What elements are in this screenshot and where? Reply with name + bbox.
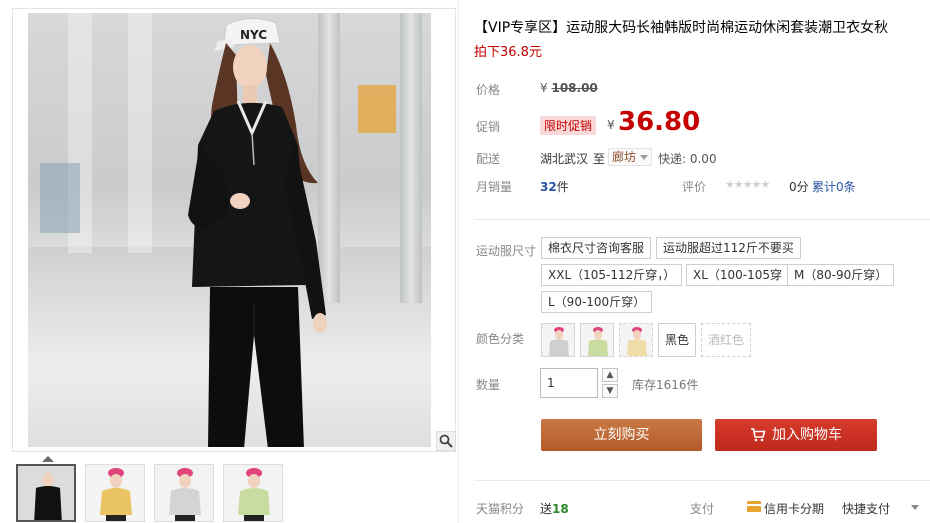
rating-score: 0分 [789, 180, 809, 194]
main-product-image[interactable]: NYC [28, 13, 431, 447]
color-swatch-grey[interactable] [541, 323, 575, 357]
section-divider [474, 480, 930, 481]
price-label: 价格 [476, 83, 501, 97]
ship-from-location: 湖北武汉 [540, 152, 589, 166]
svg-text:NYC: NYC [240, 28, 267, 42]
promo-label: 促销 [476, 120, 501, 134]
column-divider [458, 0, 459, 523]
quantity-label: 数量 [476, 378, 501, 392]
product-title: 【VIP专享区】运动服大码长袖韩版时尚棉运动休闲套装潮卫衣女秋 [474, 20, 889, 36]
monthly-sales-unit: 件 [556, 180, 569, 194]
destination-select[interactable]: 廊坊 [608, 148, 652, 166]
chevron-down-icon [640, 155, 648, 160]
image-bg-sign [40, 163, 80, 233]
promo-tag-badge: 限时促销 [540, 116, 597, 135]
quantity-decrease-button[interactable]: ▼ [602, 384, 618, 398]
size-option[interactable]: L（90-100斤穿） [541, 291, 653, 313]
chevron-up-icon: ▲ [606, 370, 614, 380]
points-payment-bar: 天猫积分 送18 支付 信用卡分期 快捷支付 [474, 494, 930, 523]
size-label: 运动服尺寸 [476, 244, 537, 258]
promo-price-value: 36.80 [618, 107, 701, 137]
add-to-cart-label: 加入购物车 [772, 427, 842, 443]
thumbnail-green[interactable] [223, 464, 283, 522]
buy-now-button[interactable]: 立刻购买 [541, 419, 702, 451]
product-gallery: NYC [0, 0, 458, 523]
size-option[interactable]: 运动服超过112斤不要买 [656, 237, 801, 259]
size-option[interactable]: M（80-90斤穿） [787, 264, 895, 286]
color-label: 颜色分类 [476, 332, 525, 346]
ship-to-word: 至 [593, 152, 606, 166]
payment-label: 支付 [690, 502, 715, 516]
main-image-frame: NYC [12, 8, 456, 452]
thumbnail-grey[interactable] [154, 464, 214, 522]
add-to-cart-button[interactable]: 加入购物车 [715, 419, 877, 451]
credit-card-icon [747, 501, 761, 512]
color-option-black[interactable]: 黑色 [658, 323, 697, 357]
image-bg-sign [358, 85, 396, 133]
thumbnail-yellow[interactable] [85, 464, 145, 522]
review-count-link[interactable]: 累计0条 [812, 178, 856, 195]
monthly-sales: 32件 [540, 178, 569, 195]
monthly-sales-label: 月销量 [476, 180, 513, 194]
thumbnail-strip [12, 456, 456, 523]
points-number: 18 [552, 502, 569, 516]
points-value: 送18 [540, 500, 569, 517]
payment-installment-option[interactable]: 信用卡分期 [764, 500, 824, 517]
chevron-down-icon: ▼ [606, 386, 614, 396]
size-option[interactable]: 棉衣尺寸咨询客服 [541, 237, 652, 259]
product-subtitle: 拍下36.8元 [474, 45, 542, 60]
color-swatch-yellow[interactable] [619, 323, 653, 357]
thumbnail-pointer-icon [42, 456, 54, 462]
model-figure: NYC [188, 18, 327, 447]
rating-label: 评价 [682, 180, 707, 194]
quantity-increase-button[interactable]: ▲ [602, 368, 618, 382]
product-info-panel: 【VIP专享区】运动服大码长袖韩版时尚棉运动休闲套装潮卫衣女秋 拍下36.8元 … [474, 0, 930, 523]
color-option-wine-red[interactable]: 酒红色 [701, 323, 752, 357]
shipping-fee: 快递: 0.00 [658, 152, 717, 166]
thumbnail-black[interactable] [16, 464, 76, 522]
cart-icon [751, 428, 766, 442]
original-price: ¥ 108.00 [540, 81, 598, 95]
size-option[interactable]: XXL（105-112斤穿，） [541, 264, 683, 286]
promo-currency-symbol: ¥ [607, 118, 615, 132]
size-option[interactable]: XL（100-105穿 [686, 264, 790, 286]
payment-quick-option[interactable]: 快捷支付 [842, 500, 890, 517]
chevron-down-icon[interactable] [911, 505, 919, 510]
points-label: 天猫积分 [476, 502, 525, 516]
currency-symbol: ¥ [540, 81, 548, 95]
color-swatch-green[interactable] [580, 323, 614, 357]
quantity-input[interactable]: 1 [540, 368, 598, 398]
image-bg-pillar [400, 13, 422, 303]
stock-count: 库存1616件 [632, 378, 699, 392]
points-prefix: 送 [540, 502, 553, 516]
rating-stars-icon: ★★★★★ [725, 178, 770, 191]
shipping-label: 配送 [476, 152, 501, 166]
section-divider [474, 219, 930, 220]
monthly-sales-count: 32 [540, 180, 557, 194]
zoom-magnifier-icon[interactable] [436, 431, 456, 451]
destination-value: 廊坊 [612, 150, 637, 164]
original-price-value: 108.00 [551, 81, 598, 95]
